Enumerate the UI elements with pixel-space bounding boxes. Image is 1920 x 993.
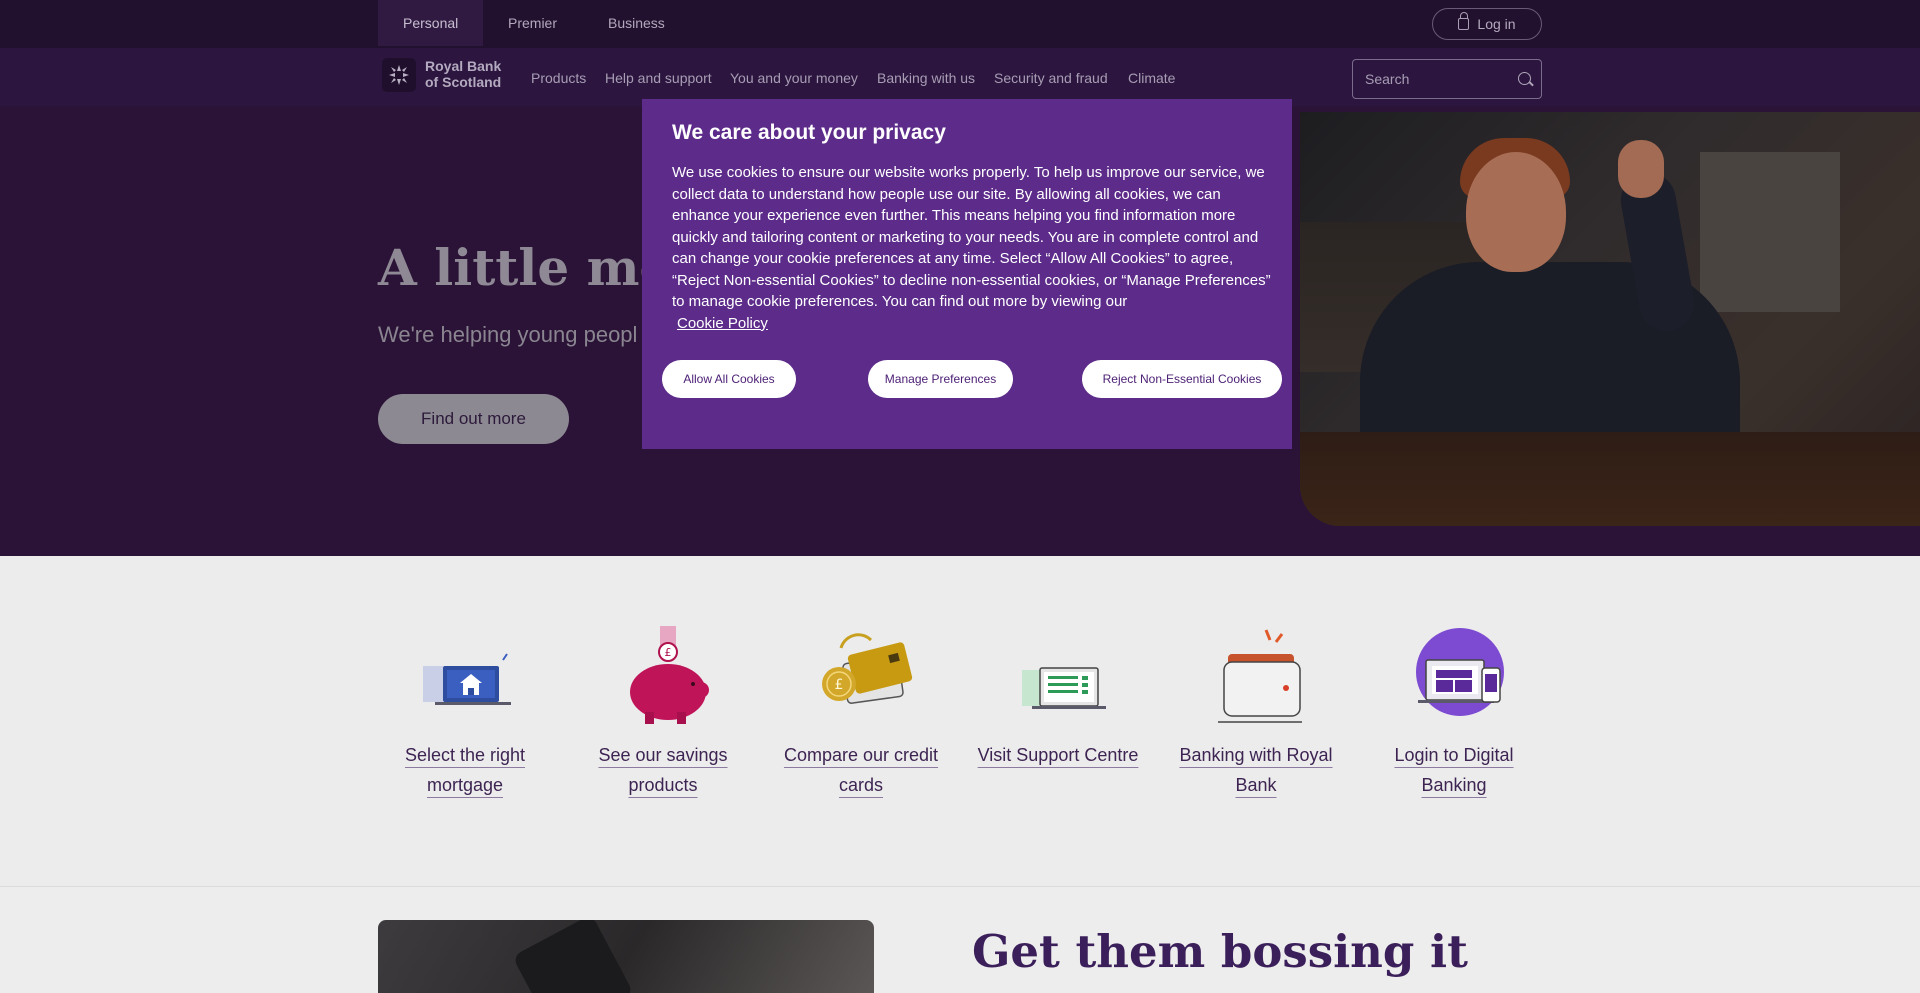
piggy-bank-icon: £ xyxy=(613,626,723,726)
logo-line-1: Royal Bank xyxy=(425,58,502,74)
hero-subtitle: We're helping young peopl xyxy=(378,322,638,347)
promo-title: Get them bossing it xyxy=(972,925,1468,978)
credit-cards-icon: £ xyxy=(811,626,921,726)
cookie-body-text: We use cookies to ensure our website wor… xyxy=(672,164,1271,310)
photo-table xyxy=(1300,432,1920,526)
photo-boy-head xyxy=(1466,152,1566,272)
photo-window xyxy=(1700,152,1840,312)
tab-premier[interactable]: Premier xyxy=(483,0,582,46)
tab-personal[interactable]: Personal xyxy=(378,0,484,46)
lock-icon xyxy=(1458,12,1470,30)
cookie-body: We use cookies to ensure our website wor… xyxy=(672,162,1272,334)
allow-all-cookies-button[interactable]: Allow All Cookies xyxy=(662,360,796,398)
quicklink-label: Compare our credit cards xyxy=(783,745,939,795)
cookie-consent-dialog: We care about your privacy We use cookie… xyxy=(642,99,1292,449)
quicklink-label: Banking with Royal Bank xyxy=(1179,745,1333,795)
nav-banking-with-us[interactable]: Banking with us xyxy=(877,70,975,86)
nav-security-and-fraud[interactable]: Security and fraud xyxy=(994,70,1108,86)
search-icon[interactable] xyxy=(1518,72,1531,85)
nav-climate[interactable]: Climate xyxy=(1128,70,1175,86)
search-placeholder: Search xyxy=(1365,71,1410,87)
quicklink-label: Visit Support Centre xyxy=(977,745,1139,765)
top-utility-bar: Personal Premier Business Log in xyxy=(0,0,1920,48)
login-label: Log in xyxy=(1477,16,1516,32)
cookie-policy-link[interactable]: Cookie Policy xyxy=(677,313,768,335)
nav-you-and-your-money[interactable]: You and your money xyxy=(730,70,858,86)
manage-preferences-button[interactable]: Manage Preferences xyxy=(868,360,1013,398)
promo-section: Get them bossing it xyxy=(0,886,1920,993)
login-button[interactable]: Log in xyxy=(1432,8,1542,40)
promo-photo xyxy=(378,920,874,993)
reject-non-essential-cookies-button[interactable]: Reject Non-Essential Cookies xyxy=(1082,360,1282,398)
search-input[interactable]: Search xyxy=(1352,59,1542,99)
photo-boy-hand xyxy=(1618,140,1664,198)
find-out-more-button[interactable]: Find out more xyxy=(378,394,569,444)
nav-products[interactable]: Products xyxy=(531,70,586,86)
svg-text:£: £ xyxy=(835,677,844,693)
quicklink-label: See our savings products xyxy=(598,745,728,795)
quick-links-section: Select the right mortgage £ See our savi… xyxy=(0,556,1920,886)
cookie-title: We care about your privacy xyxy=(672,121,946,144)
laptop-support-icon xyxy=(1008,626,1118,726)
quicklink-label: Select the right mortgage xyxy=(404,745,526,795)
photo-phone xyxy=(512,920,634,993)
main-nav: Royal Bank of Scotland Products Help and… xyxy=(0,48,1920,106)
quicklink-label: Login to Digital Banking xyxy=(1394,745,1514,795)
tab-business[interactable]: Business xyxy=(583,0,690,46)
logo-line-2: of Scotland xyxy=(425,74,502,90)
hero-photo xyxy=(1300,112,1920,526)
devices-icon xyxy=(1404,626,1514,726)
wallet-icon xyxy=(1206,626,1316,726)
rbs-logo-icon[interactable] xyxy=(382,58,416,92)
nav-help-and-support[interactable]: Help and support xyxy=(605,70,712,86)
logo-wordmark[interactable]: Royal Bank of Scotland xyxy=(425,58,501,90)
svg-text:£: £ xyxy=(665,646,672,659)
laptop-house-icon xyxy=(415,626,525,726)
